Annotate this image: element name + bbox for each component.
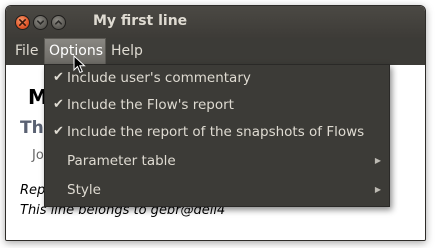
window-title: My first line xyxy=(93,13,188,29)
menu-item-label: Include the Flow's report xyxy=(67,97,234,113)
menu-item-label: Include the report of the snapshots of F… xyxy=(67,124,365,140)
minimize-icon xyxy=(36,20,45,25)
menu-file[interactable]: File xyxy=(10,38,43,65)
mouse-pointer-icon xyxy=(73,55,86,74)
maximize-icon xyxy=(54,20,63,25)
menu-item-label: Parameter table xyxy=(67,153,176,169)
menu-item-include-snapshots-report[interactable]: ✔ Include the report of the snapshots of… xyxy=(45,120,389,144)
options-dropdown-menu: ✔ Include user's commentary ✔ Include th… xyxy=(44,64,390,207)
menu-item-label: Include user's commentary xyxy=(67,70,251,86)
checkmark-icon: ✔ xyxy=(53,97,64,112)
menu-item-style[interactable]: Style ▶ xyxy=(45,178,389,202)
menu-item-parameter-table[interactable]: Parameter table ▶ xyxy=(45,149,389,173)
menu-help[interactable]: Help xyxy=(106,38,148,65)
menu-item-include-commentary[interactable]: ✔ Include user's commentary xyxy=(45,66,389,90)
report-meta: Jo xyxy=(32,148,44,163)
checkmark-icon: ✔ xyxy=(53,124,64,139)
report-subheading: Th xyxy=(20,118,44,138)
menu-item-label: Style xyxy=(67,182,101,198)
submenu-arrow-icon: ▶ xyxy=(374,156,381,165)
minimize-window-button[interactable] xyxy=(33,15,48,30)
close-icon xyxy=(18,18,27,27)
menu-bar: File Options Help xyxy=(6,38,425,65)
menu-item-include-flow-report[interactable]: ✔ Include the Flow's report xyxy=(45,93,389,117)
maximize-window-button[interactable] xyxy=(51,15,66,30)
title-bar[interactable]: My first line xyxy=(6,6,425,38)
checkmark-icon: ✔ xyxy=(53,70,64,85)
close-window-button[interactable] xyxy=(15,15,30,30)
report-line: Rep xyxy=(20,183,46,198)
submenu-arrow-icon: ▶ xyxy=(374,185,381,194)
